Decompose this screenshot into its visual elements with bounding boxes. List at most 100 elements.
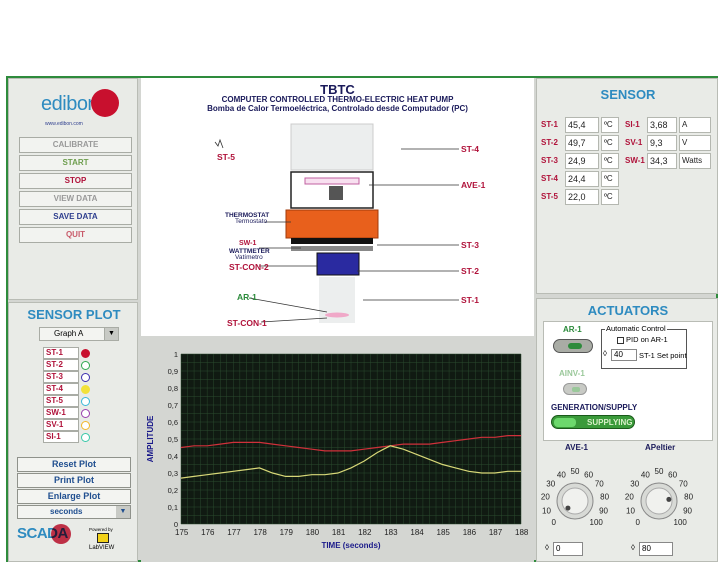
apeltier-knob-indicator — [666, 496, 672, 502]
legend-item-st-2: ST-2 — [43, 359, 79, 371]
chevron-down-icon[interactable]: ▼ — [104, 328, 118, 340]
dial-tick-label: 90 — [599, 506, 608, 515]
actuators-panel: ACTUATORS AR-1 Automatic Control PID on … — [536, 298, 718, 562]
x-tick-label: 185 — [437, 528, 451, 537]
print-plot-button[interactable]: Print Plot — [17, 473, 131, 488]
calibrate-button[interactable]: CALIBRATE — [19, 137, 132, 153]
quit-button[interactable]: QUIT — [19, 227, 132, 243]
ainv1-label: AINV-1 — [559, 369, 585, 378]
sensor-value: 3,68 — [647, 117, 677, 133]
legend-item-st-1: ST-1 — [43, 347, 79, 359]
sensor-unit: ºC — [601, 153, 619, 169]
graph-select-value: Graph A — [54, 329, 84, 338]
y-tick-label: 0,4 — [168, 452, 178, 461]
chevron-down-icon[interactable]: ▼ — [116, 506, 130, 518]
logo-circle-icon — [91, 89, 119, 117]
x-tick-label: 186 — [463, 528, 477, 537]
y-tick-label: 0 — [174, 520, 178, 529]
chart-svg: 175 176 177 178 179 180 181 182 183 184 185 186 187 1… — [146, 350, 529, 550]
dial-tick-label: 60 — [584, 470, 593, 479]
dial-tick-label: 80 — [600, 492, 609, 501]
sensor-unit: A — [679, 117, 711, 133]
y-tick-label: 0,8 — [168, 384, 178, 393]
st5-label: ST-5 — [217, 152, 235, 162]
sensor-label: ST-5 — [541, 192, 558, 201]
sensor-value: 22,0 — [565, 189, 599, 205]
apeltier-stepper[interactable]: ◊ — [631, 543, 639, 555]
graph-select[interactable]: Graph A ▼ — [39, 327, 119, 341]
legend-marker-icon[interactable] — [81, 361, 90, 370]
sensor-panel: SENSOR ST-1 45,4 ºC ST-2 49,7 ºC ST-3 24,9… — [536, 78, 718, 294]
enlarge-plot-button[interactable]: Enlarge Plot — [17, 489, 131, 504]
ave1-stepper[interactable]: ◊ — [545, 543, 553, 555]
legend-item-st-4: ST-4 — [43, 383, 79, 395]
apeltier-input[interactable]: 80 — [639, 542, 673, 556]
ave1-input[interactable]: 0 — [553, 542, 583, 556]
x-tick-label: 175 — [175, 528, 189, 537]
y-tick-label: 0,5 — [168, 435, 178, 444]
x-tick-label: 183 — [384, 528, 398, 537]
ar1-toggle[interactable] — [553, 339, 593, 353]
sensor-plot-title: SENSOR PLOT — [27, 307, 121, 322]
setpoint-input[interactable]: 40 — [611, 349, 637, 361]
x-tick-label: 179 — [280, 528, 294, 537]
labview-text: LabVIEW — [89, 545, 115, 551]
auto-control-label: Automatic Control — [605, 324, 667, 333]
sensor-label: SW-1 — [625, 156, 645, 165]
sensor-unit: V — [679, 135, 711, 151]
ave1-knob-indicator — [565, 505, 571, 511]
thermostat-es-label: Termostato — [235, 218, 268, 225]
time-unit-select[interactable]: seconds ▼ — [17, 505, 131, 519]
dial-tick-label: 30 — [546, 479, 555, 488]
legend-marker-icon[interactable] — [81, 433, 90, 442]
y-tick-label: 0,1 — [168, 503, 178, 512]
legend-item-st-5: ST-5 — [43, 395, 79, 407]
ave1-knob-face[interactable] — [561, 487, 589, 515]
y-tick-label: 0,3 — [168, 469, 178, 478]
powered-by-text: Powered by — [89, 527, 113, 532]
x-axis-label: TIME (seconds) — [321, 541, 380, 550]
labview-icon — [97, 533, 109, 543]
x-tick-label: 182 — [358, 528, 372, 537]
stop-button[interactable]: STOP — [19, 173, 132, 189]
sensor-plot-panel: SENSOR PLOT Graph A ▼ ST-1 ST-2 ST-3 ST-4 ST… — [8, 302, 138, 562]
x-tick-label: 176 — [201, 528, 215, 537]
legend-marker-icon[interactable] — [81, 373, 90, 382]
setpoint-label: ST-1 Set point — [639, 351, 687, 360]
sensor-unit: ºC — [601, 135, 619, 151]
sensor-label: ST-4 — [541, 174, 558, 183]
dial-tick-label: 100 — [674, 518, 688, 527]
save-data-button[interactable]: SAVE DATA — [19, 209, 132, 225]
dial-tick-label: 40 — [641, 470, 650, 479]
pid-checkbox[interactable] — [617, 337, 624, 344]
dial-tick-label: 50 — [571, 467, 580, 476]
dial-tick-label: 20 — [541, 492, 550, 501]
sensor-label: ST-1 — [541, 120, 558, 129]
ainv1-toggle[interactable] — [563, 383, 587, 395]
start-button[interactable]: START — [19, 155, 132, 171]
x-tick-label: 181 — [332, 528, 346, 537]
dial-tick-label: 90 — [683, 506, 692, 515]
st2-label: ST-2 — [461, 266, 479, 276]
y-tick-label: 0,7 — [168, 401, 178, 410]
x-tick-label: 187 — [489, 528, 503, 537]
actuators-title: ACTUATORS — [587, 303, 669, 318]
setpoint-stepper[interactable]: ◊ — [603, 349, 611, 361]
ar1-label: AR-1 — [563, 325, 582, 334]
legend-marker-icon[interactable] — [81, 397, 90, 406]
legend-item-st-3: ST-3 — [43, 371, 79, 383]
y-tick-label: 0,9 — [168, 367, 178, 376]
y-tick-label: 1 — [174, 350, 178, 359]
legend-marker-icon[interactable] — [81, 421, 90, 430]
sensor-value: 45,4 — [565, 117, 599, 133]
dial-tick-label: 30 — [630, 479, 639, 488]
control-panel: edibon www.edibon.com CALIBRATE START ST… — [8, 78, 138, 300]
legend-marker-icon[interactable] — [81, 409, 90, 418]
view-data-button[interactable]: VIEW DATA — [19, 191, 132, 207]
scada-logo: SCADA — [17, 524, 77, 555]
sensor-unit: ºC — [601, 189, 619, 205]
dial-tick-label: 70 — [595, 479, 604, 488]
legend-marker-icon[interactable] — [81, 349, 90, 358]
legend-marker-icon[interactable] — [81, 385, 90, 394]
reset-plot-button[interactable]: Reset Plot — [17, 457, 131, 472]
